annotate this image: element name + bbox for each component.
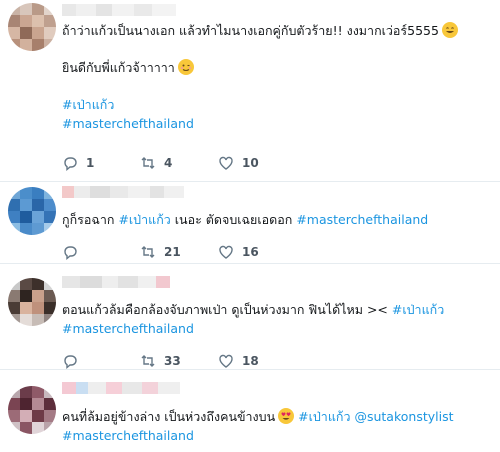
tweet-line: #masterchefthailand [62, 426, 490, 445]
like-button[interactable]: 10 [218, 155, 296, 171]
tweet[interactable]: คนที่ล้มอยู่ข้างล่าง เป็นห่วงถึงคนข้างบน… [0, 370, 500, 452]
heart-eyes-emoji-icon [278, 408, 295, 424]
smile-emoji-icon [441, 22, 458, 38]
hashtag-link[interactable]: #เป่าแก้ว [294, 409, 350, 424]
retweet-button[interactable]: 4 [140, 155, 218, 171]
tweet-line: ถ้าว่าแก้วเป็นนางเอก แล้วทำไมนางเอกคู่กั… [62, 21, 490, 40]
tweet-text: ถ้าว่าแก้วเป็นนางเอก แล้วทำไมนางเอกคู่กั… [62, 21, 490, 133]
username-blurred[interactable] [62, 382, 180, 394]
tweet-text-segment: ยินดีกับพี่แก้วจ้าาาาา [62, 60, 175, 75]
avatar[interactable] [8, 386, 56, 434]
tweet-line [62, 40, 490, 58]
hashtag-link[interactable]: #เป่าแก้ว [392, 302, 444, 317]
tweet-actions: 33 18 [62, 353, 296, 369]
retweet-count: 21 [164, 245, 181, 259]
tweet-text-segment: ถ้าว่าแก้วเป็นนางเอก แล้วทำไมนางเอกคู่กั… [62, 23, 439, 38]
tweet-line [62, 77, 490, 95]
retweet-count: 4 [164, 156, 173, 170]
heart-icon [219, 245, 233, 259]
tweet-text: กูก็รอฉาก #เป่าแก้ว เนอะ ตัดจบเฉยเอดอก #… [62, 210, 490, 229]
tweet-text-segment: กูก็รอฉาก [62, 212, 119, 227]
avatar[interactable] [8, 3, 56, 51]
reply-button[interactable]: 1 [62, 155, 140, 171]
tweet-line: #masterchefthailand [62, 114, 490, 133]
tweet-text-segment: คนที่ล้มอยู่ข้างล่าง เป็นห่วงถึงคนข้างบน [62, 409, 276, 424]
tweet-text: ตอนแก้วล้มคือกล้องจับภาพเป่า ดูเป็นห่วงม… [62, 300, 490, 338]
retweet-button[interactable]: 33 [140, 353, 218, 369]
like-count: 18 [242, 354, 259, 368]
avatar[interactable] [8, 187, 56, 235]
hashtag-link[interactable]: #เป่าแก้ว [118, 212, 170, 227]
reply-icon [64, 355, 77, 369]
reply-button[interactable] [62, 244, 140, 260]
retweet-icon [141, 355, 155, 367]
retweet-button[interactable]: 21 [140, 244, 218, 260]
username-blurred[interactable] [62, 186, 184, 198]
tweet-actions: 1 4 10 [62, 155, 296, 171]
tweet-line: ตอนแก้วล้มคือกล้องจับภาพเป่า ดูเป็นห่วงม… [62, 300, 490, 319]
tweet-line: #masterchefthailand [62, 319, 490, 338]
tweet-actions: 21 16 [62, 244, 296, 260]
retweet-count: 33 [164, 354, 181, 368]
like-button[interactable]: 18 [218, 353, 296, 369]
username-blurred[interactable] [62, 276, 170, 288]
tweet[interactable]: ตอนแก้วล้มคือกล้องจับภาพเป่า ดูเป็นห่วงม… [0, 264, 500, 370]
heart-icon [219, 156, 233, 170]
tweet-line: ยินดีกับพี่แก้วจ้าาาาา [62, 58, 490, 77]
reply-icon [64, 246, 77, 260]
heart-icon [219, 354, 233, 368]
tweet-line: #เป่าแก้ว [62, 95, 490, 114]
like-count: 10 [242, 156, 259, 170]
tweet-text-segment: เนอะ ตัดจบเฉยเอดอก [170, 212, 297, 227]
mention-link[interactable]: @sutakonstylist [350, 409, 453, 424]
tweet-feed: ถ้าว่าแก้วเป็นนางเอก แล้วทำไมนางเอกคู่กั… [0, 0, 500, 452]
hashtag-link[interactable]: #masterchefthailand [62, 321, 194, 336]
retweet-icon [141, 246, 155, 258]
username-blurred[interactable] [62, 4, 176, 16]
retweet-icon [141, 157, 155, 169]
like-count: 16 [242, 245, 259, 259]
hashtag-link[interactable]: #masterchefthailand [62, 428, 194, 443]
avatar[interactable] [8, 278, 56, 326]
wink-emoji-icon [177, 59, 194, 75]
tweet-text-segment: ตอนแก้วล้มคือกล้องจับภาพเป่า ดูเป็นห่วงม… [62, 302, 392, 317]
tweet[interactable]: ถ้าว่าแก้วเป็นนางเอก แล้วทำไมนางเอกคู่กั… [0, 0, 500, 182]
tweet-text: คนที่ล้มอยู่ข้างล่าง เป็นห่วงถึงคนข้างบน… [62, 407, 490, 445]
reply-button[interactable] [62, 353, 140, 369]
hashtag-link[interactable]: #masterchefthailand [62, 116, 194, 131]
reply-count: 1 [86, 156, 95, 170]
like-button[interactable]: 16 [218, 244, 296, 260]
reply-icon [64, 157, 77, 171]
tweet-line: กูก็รอฉาก #เป่าแก้ว เนอะ ตัดจบเฉยเอดอก #… [62, 210, 490, 229]
hashtag-link[interactable]: #เป่าแก้ว [62, 97, 114, 112]
tweet[interactable]: กูก็รอฉาก #เป่าแก้ว เนอะ ตัดจบเฉยเอดอก #… [0, 182, 500, 264]
tweet-line: คนที่ล้มอยู่ข้างล่าง เป็นห่วงถึงคนข้างบน… [62, 407, 490, 426]
hashtag-link[interactable]: #masterchefthailand [296, 212, 428, 227]
